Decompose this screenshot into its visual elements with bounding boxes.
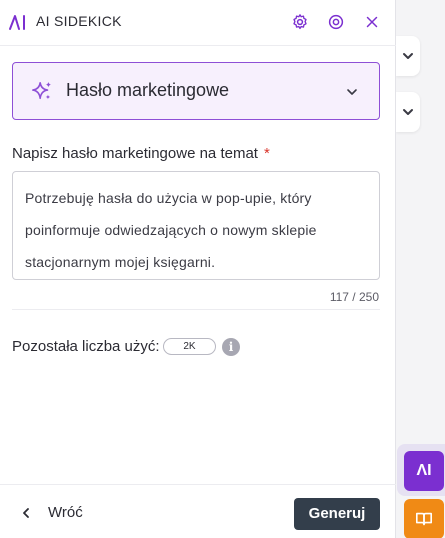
chevron-down-icon [347, 89, 357, 95]
close-icon [366, 16, 378, 28]
gear-icon [293, 14, 307, 30]
book-dock-button[interactable] [404, 499, 444, 538]
back-button-label: Wróć [48, 504, 83, 521]
panel-title: AI SIDEKICK [36, 13, 122, 29]
chevron-down-icon [403, 109, 413, 115]
background-collapse-card[interactable] [396, 92, 420, 132]
target-icon [328, 14, 344, 30]
prompt-textarea[interactable]: Potrzebuję hasła do użycia w pop-upie, k… [12, 171, 380, 280]
chevron-down-icon [403, 53, 413, 59]
required-marker: * [263, 145, 270, 162]
settings-button[interactable] [289, 11, 311, 33]
remaining-uses-label: Pozostała liczba użyć: [12, 338, 160, 355]
background-collapse-card[interactable] [396, 36, 420, 76]
chevron-left-icon [23, 507, 29, 518]
book-icon [415, 512, 433, 526]
template-select[interactable]: Hasło marketingowe [12, 62, 380, 120]
panel-header: AI SIDEKICK [0, 0, 396, 46]
ai-logo-icon [9, 15, 25, 30]
ai-sidekick-panel: AI SIDEKICK Hasło marketingowe Napisz ha… [0, 0, 396, 538]
template-select-value: Hasło marketingowe [66, 80, 230, 100]
ai-sidekick-dock-button[interactable]: ΛI [404, 451, 444, 491]
divider [12, 309, 380, 310]
sparkle-icon [32, 81, 52, 100]
close-button[interactable] [361, 11, 383, 33]
back-button[interactable]: Wróć [20, 504, 83, 521]
prompt-field-label-text: Napisz hasło marketingowe na temat [12, 145, 258, 162]
character-counter: 117 / 250 [329, 290, 379, 304]
target-button[interactable] [325, 11, 347, 33]
info-icon[interactable]: i [222, 338, 240, 356]
remaining-uses-badge: 2K [163, 338, 216, 355]
generate-button[interactable]: Generuj [294, 498, 380, 530]
panel-footer: Wróć Generuj [0, 484, 396, 538]
prompt-field-label: Napisz hasło marketingowe na temat * [12, 145, 270, 162]
